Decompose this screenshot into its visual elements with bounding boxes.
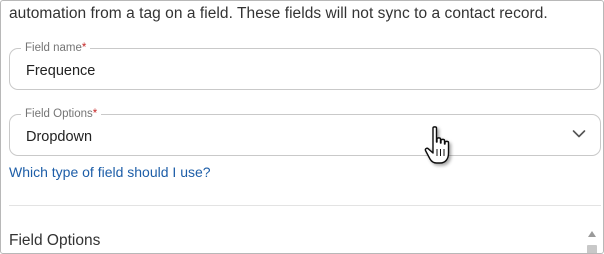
chevron-down-icon[interactable] (572, 129, 586, 139)
field-name-value: Frequence (26, 63, 96, 79)
field-options-label: Field Options* (21, 107, 102, 121)
intro-text: automation from a tag on a field. These … (9, 5, 548, 22)
scrollbar[interactable] (586, 229, 598, 253)
custom-field-panel: automation from a tag on a field. These … (0, 0, 604, 254)
field-options-section-title: Field Options (9, 232, 101, 249)
field-options-selected-value: Dropdown (26, 129, 93, 145)
scroll-thumb[interactable] (587, 245, 597, 253)
field-name-label: Field name* (21, 41, 91, 55)
field-name-input[interactable]: Field name* Frequence (9, 41, 601, 90)
field-options-select[interactable]: Field Options* Dropdown (9, 107, 601, 156)
required-mark: * (81, 42, 87, 54)
field-name-label-text: Field name (25, 42, 82, 54)
hand-pointer-cursor-icon (424, 126, 450, 164)
scroll-up-arrow-icon[interactable] (588, 231, 596, 237)
section-divider (9, 205, 601, 206)
required-mark: * (92, 108, 98, 120)
field-options-label-text: Field Options (25, 108, 93, 120)
field-type-help-link[interactable]: Which type of field should I use? (9, 164, 211, 180)
